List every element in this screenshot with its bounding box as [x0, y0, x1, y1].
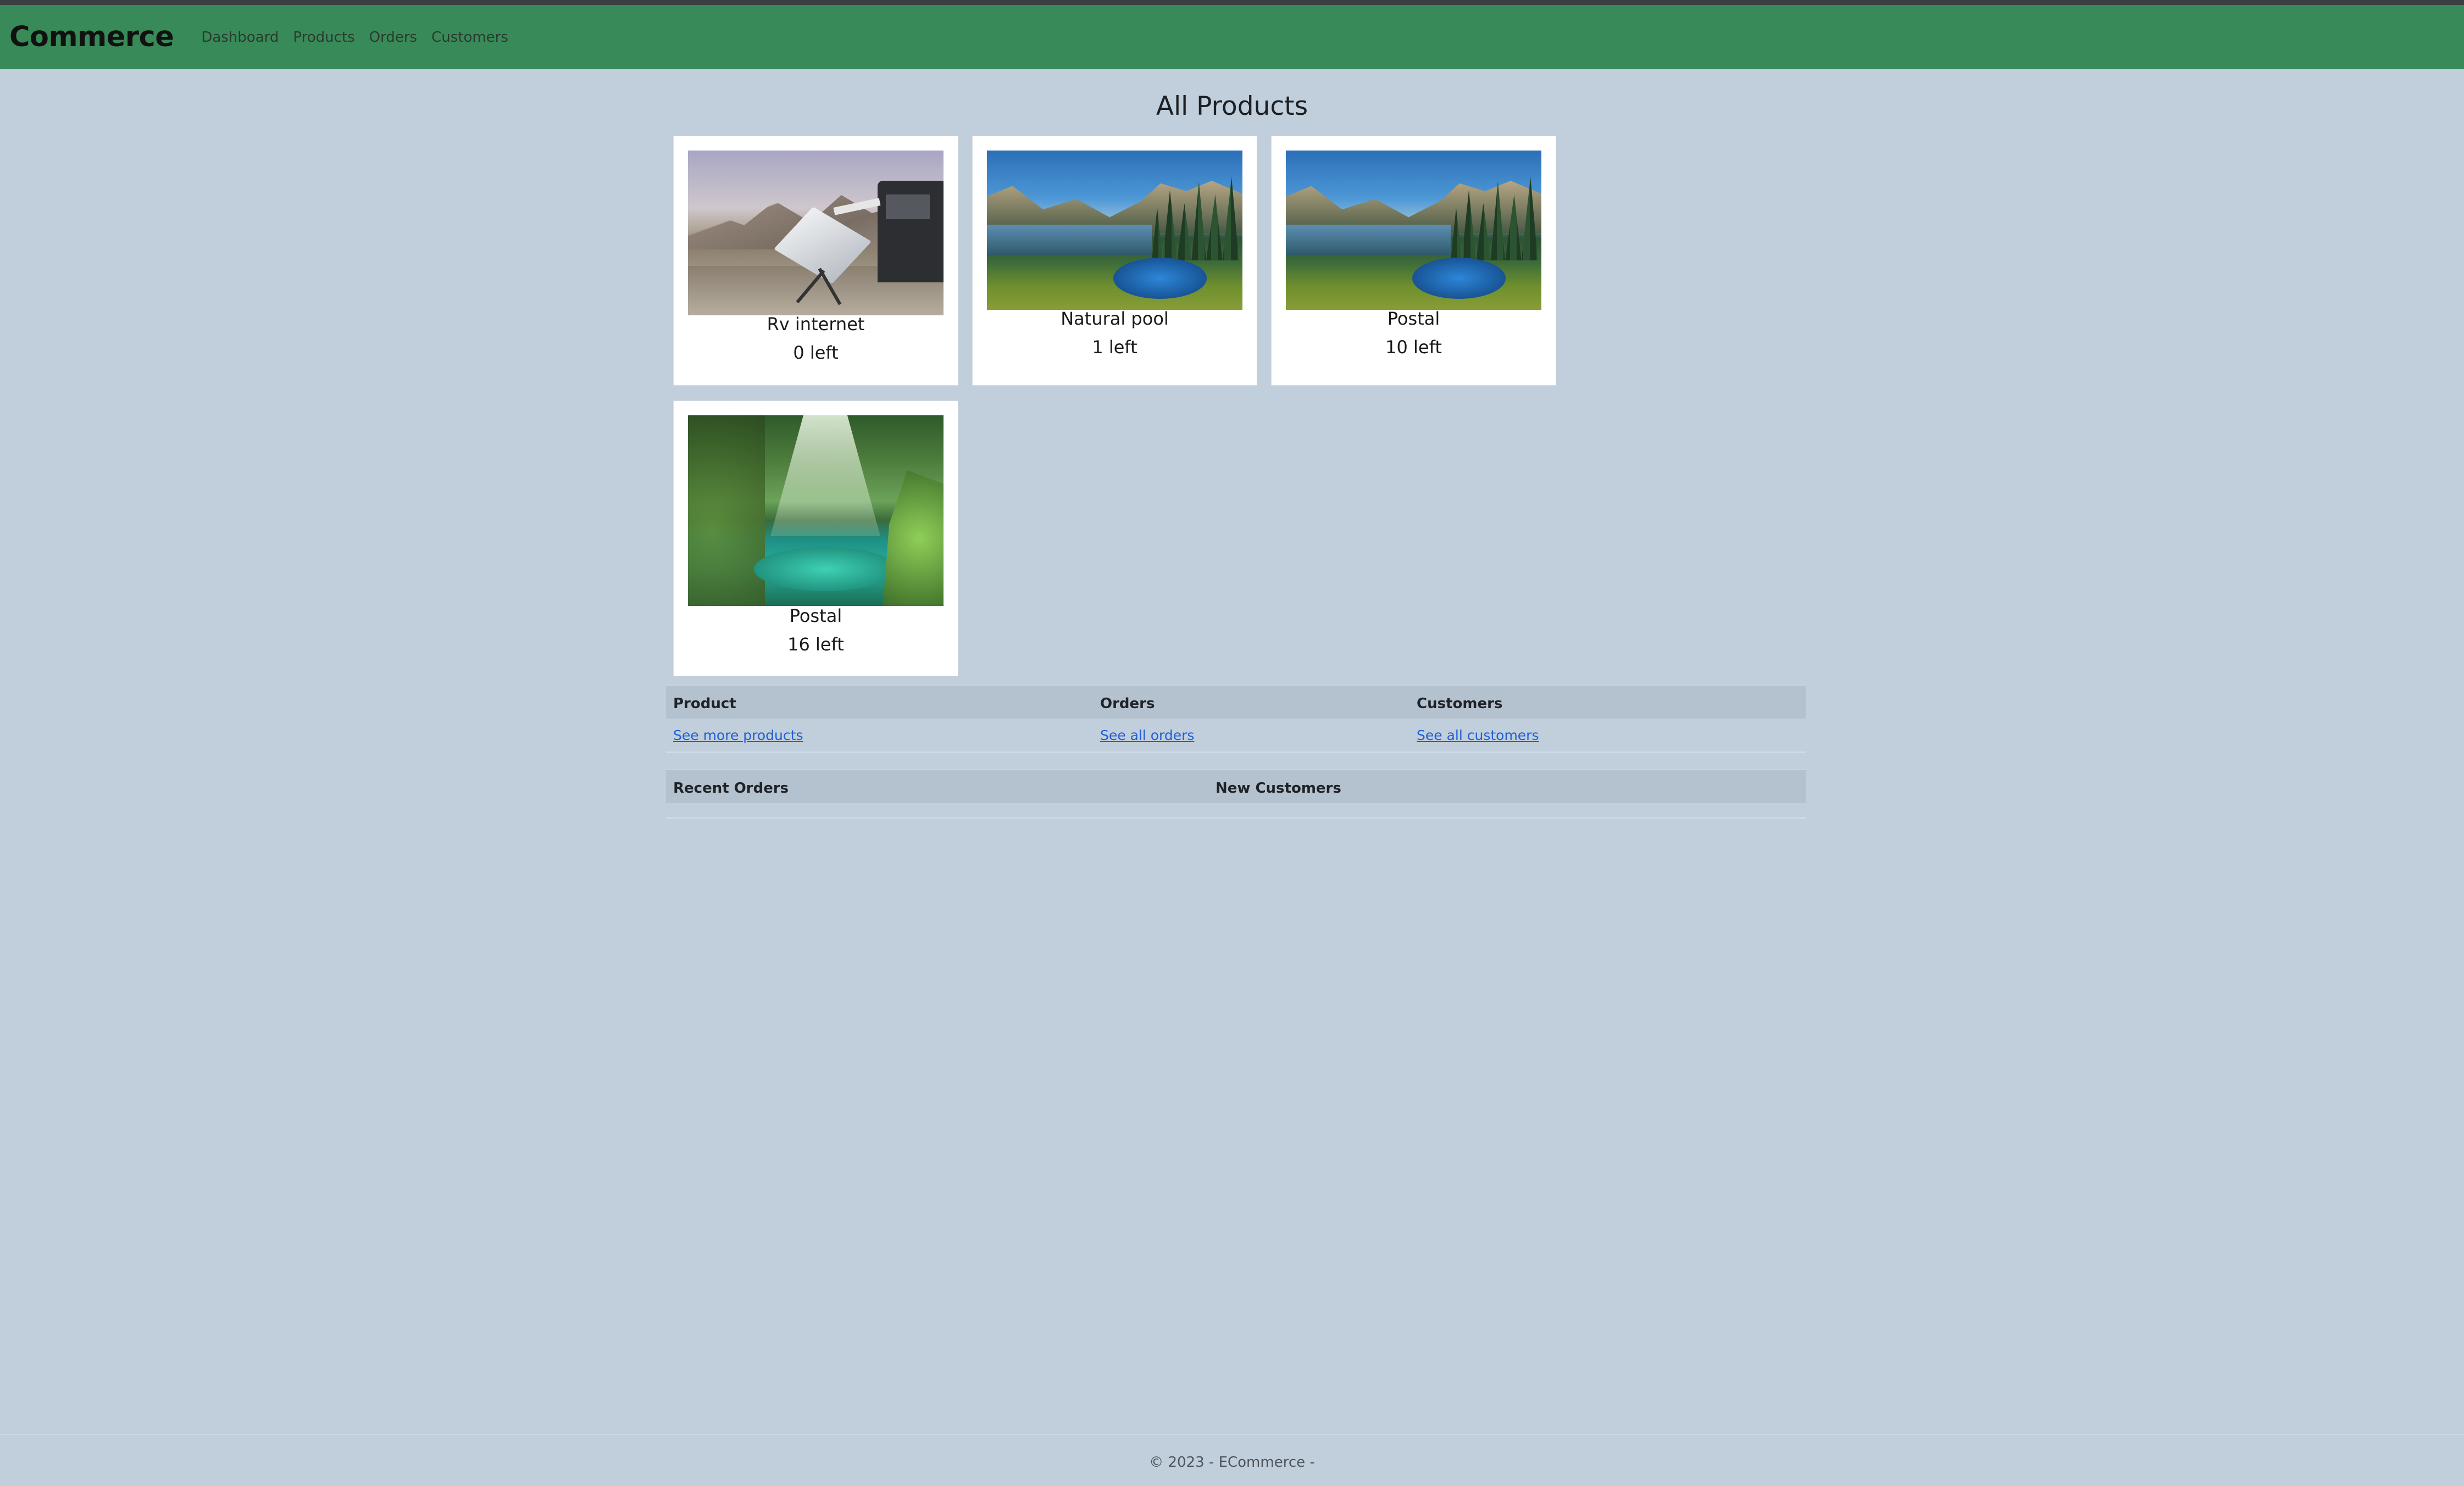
table-header: Recent Orders New Customers [666, 769, 1806, 803]
column-header-customers: Customers [1417, 695, 1503, 712]
column-header-product: Product [673, 695, 736, 712]
top-navbar: Commerce Dashboard Products Orders Custo… [0, 5, 2464, 69]
brand-logo[interactable]: Commerce [9, 21, 174, 53]
summary-table: Product Orders Customers See more produc… [666, 684, 1806, 753]
product-image[interactable] [987, 151, 1242, 310]
footer-divider [0, 1434, 2464, 1435]
see-more-products-link[interactable]: See more products [673, 727, 803, 743]
product-stock: 0 left [793, 342, 839, 363]
table-row: See more products See all orders See all… [666, 719, 1806, 753]
table-header: Product Orders Customers [666, 684, 1806, 719]
product-name[interactable]: Postal [674, 605, 958, 626]
see-all-customers-link[interactable]: See all customers [1417, 727, 1539, 743]
product-stock: 1 left [1092, 337, 1137, 358]
product-stock: 16 left [787, 634, 844, 655]
page-title: All Products [1156, 91, 1308, 121]
product-name[interactable]: Rv internet [674, 314, 958, 335]
column-header-recent-orders: Recent Orders [673, 780, 789, 797]
nav-products[interactable]: Products [293, 29, 354, 46]
nav-dashboard[interactable]: Dashboard [201, 29, 279, 46]
window-top-border [0, 0, 2464, 5]
product-name[interactable]: Natural pool [973, 308, 1257, 329]
product-stock: 10 left [1385, 337, 1442, 358]
product-name[interactable]: Postal [1272, 308, 1556, 329]
recent-activity-table: Recent Orders New Customers [666, 769, 1806, 820]
product-image[interactable] [688, 415, 944, 606]
product-card[interactable]: Postal 10 left [1271, 136, 1556, 386]
product-card[interactable]: Postal 16 left [673, 400, 958, 676]
table-row [666, 803, 1806, 819]
nav-orders[interactable]: Orders [369, 29, 417, 46]
nav-customers[interactable]: Customers [431, 29, 508, 46]
product-card[interactable]: Natural pool 1 left [972, 136, 1257, 386]
product-card[interactable]: Rv internet 0 left [673, 136, 958, 386]
product-image[interactable] [1286, 151, 1541, 310]
column-header-new-customers: New Customers [1216, 780, 1341, 797]
product-image[interactable] [688, 151, 944, 315]
see-all-orders-link[interactable]: See all orders [1100, 727, 1194, 743]
footer-copyright: © 2023 - ECommerce - [1149, 1454, 1315, 1471]
main-nav: Dashboard Products Orders Customers [187, 29, 508, 46]
column-header-orders: Orders [1100, 695, 1155, 712]
